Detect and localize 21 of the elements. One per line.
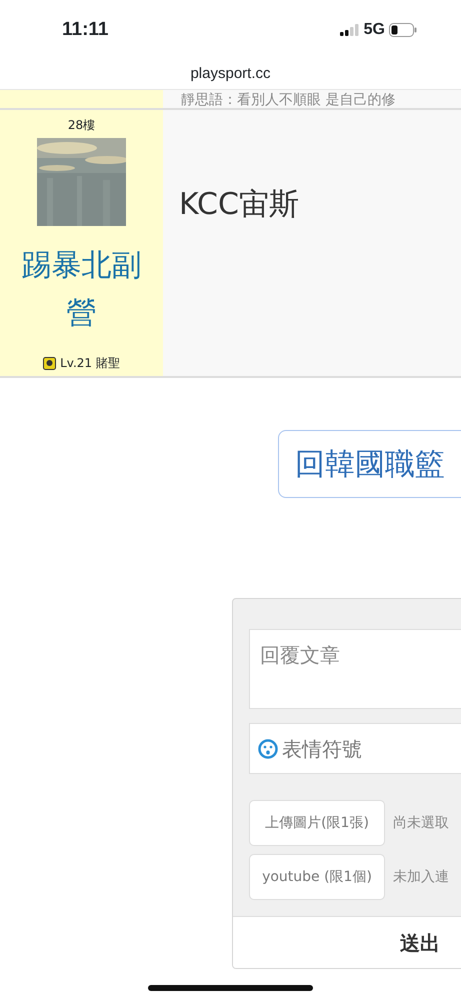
- attach-button[interactable]: 上傳圖片(限1張): [249, 800, 385, 846]
- battery-icon: [389, 23, 417, 37]
- submit-button[interactable]: 送出: [233, 916, 461, 968]
- home-indicator[interactable]: [148, 985, 313, 991]
- back-button[interactable]: 回韓國職籃: [278, 430, 461, 498]
- url-text[interactable]: playsport.cc: [190, 63, 271, 86]
- level-label: Lv.21 賭聖: [60, 355, 120, 372]
- post-title: KCC宙斯: [179, 186, 300, 224]
- quote-text: 靜思語：看別人不順眼 是自己的修: [180, 91, 396, 108]
- attach-status: 尚未選取: [393, 814, 449, 832]
- signal-icon: [340, 24, 360, 36]
- badge-icon: [43, 356, 56, 370]
- emoji-icon: [258, 738, 278, 758]
- clock: 11:11: [62, 18, 108, 42]
- network-label: 5G: [364, 20, 385, 40]
- floor-number: 28樓: [68, 117, 96, 134]
- attach-status: 未加入連: [393, 868, 449, 886]
- author-name[interactable]: 踢暴北副營: [0, 242, 163, 338]
- attach-button[interactable]: youtube (限1個): [249, 854, 385, 900]
- emoji-button[interactable]: 表情符號: [249, 723, 461, 774]
- reply-field[interactable]: 回覆文章: [249, 629, 461, 709]
